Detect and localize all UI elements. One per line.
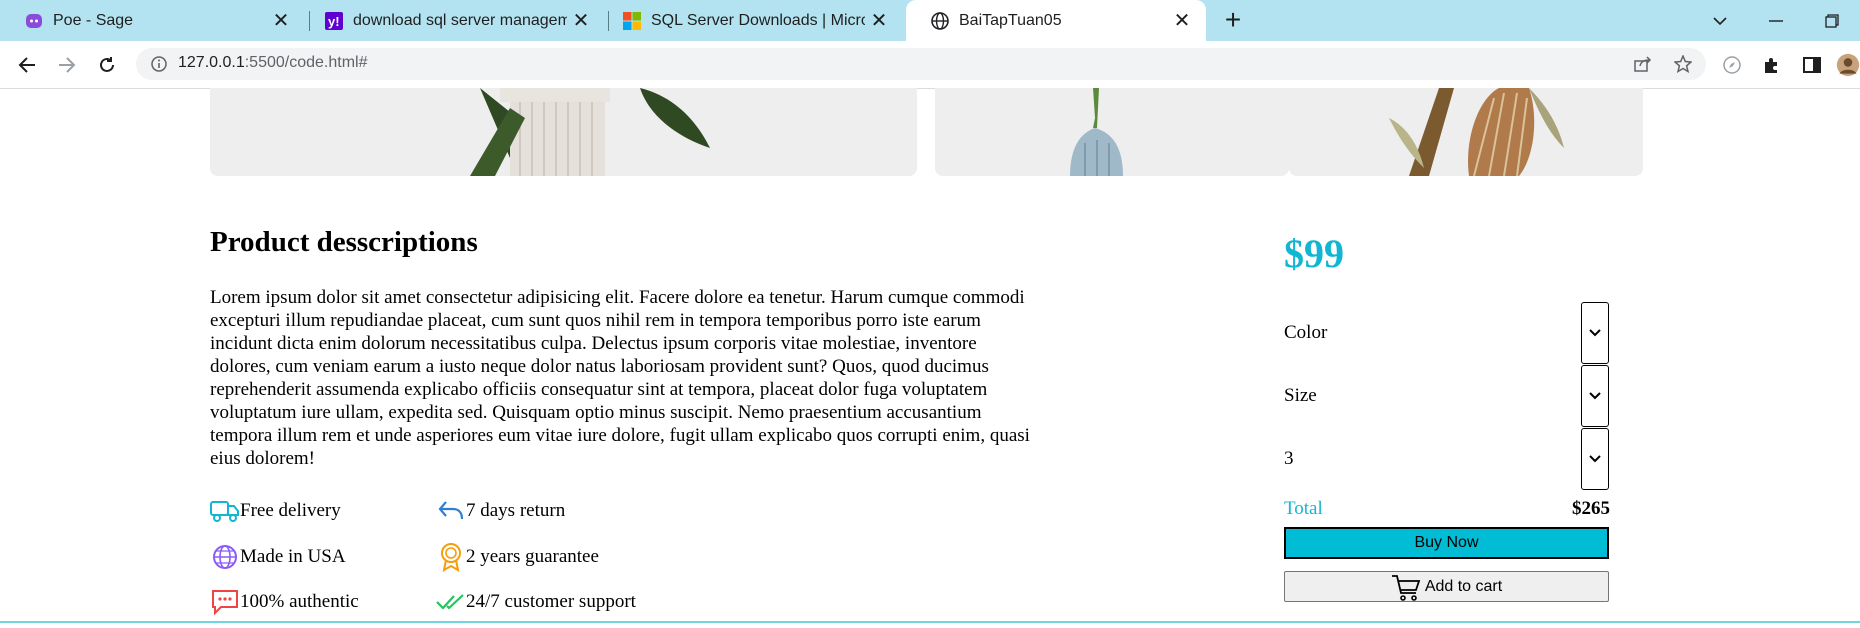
yahoo-icon: y! bbox=[325, 11, 343, 30]
tab-yahoo-search[interactable]: y! download sql server managemen ✕ bbox=[300, 0, 605, 41]
new-tab-button[interactable]: + bbox=[1218, 6, 1248, 36]
feature-label: Made in USA bbox=[240, 546, 346, 567]
feature-made-in-usa: Made in USA bbox=[210, 543, 346, 571]
chevron-down-icon[interactable] bbox=[1581, 428, 1609, 490]
section-divider bbox=[0, 621, 1860, 623]
tab-baitaptuan05[interactable]: BaiTapTuan05 ✕ bbox=[906, 0, 1206, 41]
truck-icon bbox=[210, 497, 240, 525]
total-label: Total bbox=[1284, 498, 1323, 519]
feature-authentic: 100% authentic bbox=[210, 588, 359, 616]
url-path: :5500/code.html# bbox=[244, 54, 368, 71]
return-arrow-icon bbox=[436, 497, 466, 525]
feature-label: 7 days return bbox=[466, 500, 566, 521]
tab-title: download sql server managemen bbox=[353, 11, 567, 29]
share-icon[interactable] bbox=[1632, 53, 1654, 75]
chevron-down-icon[interactable] bbox=[1581, 365, 1609, 427]
tab-sql-downloads[interactable]: SQL Server Downloads | Microsof ✕ bbox=[598, 0, 903, 41]
feature-support: 24/7 customer support bbox=[436, 588, 636, 616]
close-icon[interactable]: ✕ bbox=[267, 7, 295, 35]
tab-title: SQL Server Downloads | Microsof bbox=[651, 11, 865, 29]
chevron-down-icon[interactable] bbox=[1581, 302, 1609, 364]
feature-label: Free delivery bbox=[240, 500, 341, 521]
tab-title: Poe - Sage bbox=[53, 11, 134, 29]
color-select[interactable]: Color bbox=[1284, 302, 1609, 364]
quantity-select-value: 3 bbox=[1284, 448, 1294, 469]
feature-label: 24/7 customer support bbox=[466, 591, 636, 612]
restore-button[interactable] bbox=[1817, 6, 1847, 36]
feature-label: 100% authentic bbox=[240, 591, 359, 612]
globe-icon bbox=[210, 543, 240, 571]
extensions-puzzle-icon[interactable] bbox=[1756, 49, 1788, 81]
tab-strip: Poe - Sage ✕ y! download sql server mana… bbox=[0, 0, 1860, 41]
color-select-value: Color bbox=[1284, 322, 1328, 343]
close-icon[interactable]: ✕ bbox=[865, 7, 893, 35]
address-bar[interactable]: 127.0.0.1:5500/code.html# bbox=[136, 48, 1706, 80]
buy-now-button[interactable]: Buy Now bbox=[1284, 527, 1609, 559]
chat-icon bbox=[210, 588, 240, 616]
size-select-value: Size bbox=[1284, 385, 1317, 406]
navigation-bar: 127.0.0.1:5500/code.html# bbox=[0, 41, 1860, 89]
globe-icon bbox=[931, 11, 949, 30]
total-value: $265 bbox=[1572, 498, 1610, 519]
double-check-icon bbox=[436, 588, 466, 616]
reload-button[interactable] bbox=[91, 49, 123, 81]
close-icon[interactable]: ✕ bbox=[567, 7, 595, 35]
extension-compass-icon[interactable] bbox=[1716, 49, 1748, 81]
bookmark-star-icon[interactable] bbox=[1672, 53, 1694, 75]
add-to-cart-label: Add to cart bbox=[1424, 577, 1503, 595]
gallery-image-main[interactable] bbox=[210, 88, 917, 176]
product-description-text: Lorem ipsum dolor sit amet consectetur a… bbox=[210, 287, 1030, 469]
award-icon bbox=[436, 543, 466, 572]
gallery-image-dried-flower[interactable] bbox=[1289, 88, 1643, 176]
url-text: 127.0.0.1:5500/code.html# bbox=[178, 54, 367, 72]
quantity-select[interactable]: 3 bbox=[1284, 428, 1609, 490]
tab-poe[interactable]: Poe - Sage ✕ bbox=[0, 0, 305, 41]
minimize-button[interactable] bbox=[1761, 6, 1791, 36]
size-select[interactable]: Size bbox=[1284, 365, 1609, 427]
add-to-cart-button[interactable]: Add to cart bbox=[1284, 571, 1609, 602]
svg-text:y!: y! bbox=[328, 14, 340, 29]
product-price: $99 bbox=[1284, 231, 1344, 276]
info-icon[interactable] bbox=[148, 53, 170, 75]
feature-free-delivery: Free delivery bbox=[210, 497, 341, 525]
close-icon[interactable]: ✕ bbox=[1168, 7, 1196, 35]
feature-label: 2 years guarantee bbox=[466, 546, 599, 567]
gallery-image-vase[interactable] bbox=[935, 88, 1289, 176]
cart-icon bbox=[1391, 573, 1421, 601]
url-host: 127.0.0.1 bbox=[178, 54, 245, 71]
forward-button[interactable] bbox=[51, 49, 83, 81]
side-panel-icon[interactable] bbox=[1796, 49, 1828, 81]
profile-avatar[interactable] bbox=[1836, 49, 1860, 81]
feature-return: 7 days return bbox=[436, 497, 565, 525]
microsoft-icon bbox=[623, 11, 641, 30]
back-button[interactable] bbox=[11, 49, 43, 81]
poe-icon bbox=[25, 12, 43, 30]
tab-search-button[interactable] bbox=[1705, 6, 1735, 36]
product-description-heading: Product desscriptions bbox=[210, 226, 478, 258]
feature-guarantee: 2 years guarantee bbox=[436, 543, 599, 572]
tab-title: BaiTapTuan05 bbox=[959, 11, 1062, 29]
